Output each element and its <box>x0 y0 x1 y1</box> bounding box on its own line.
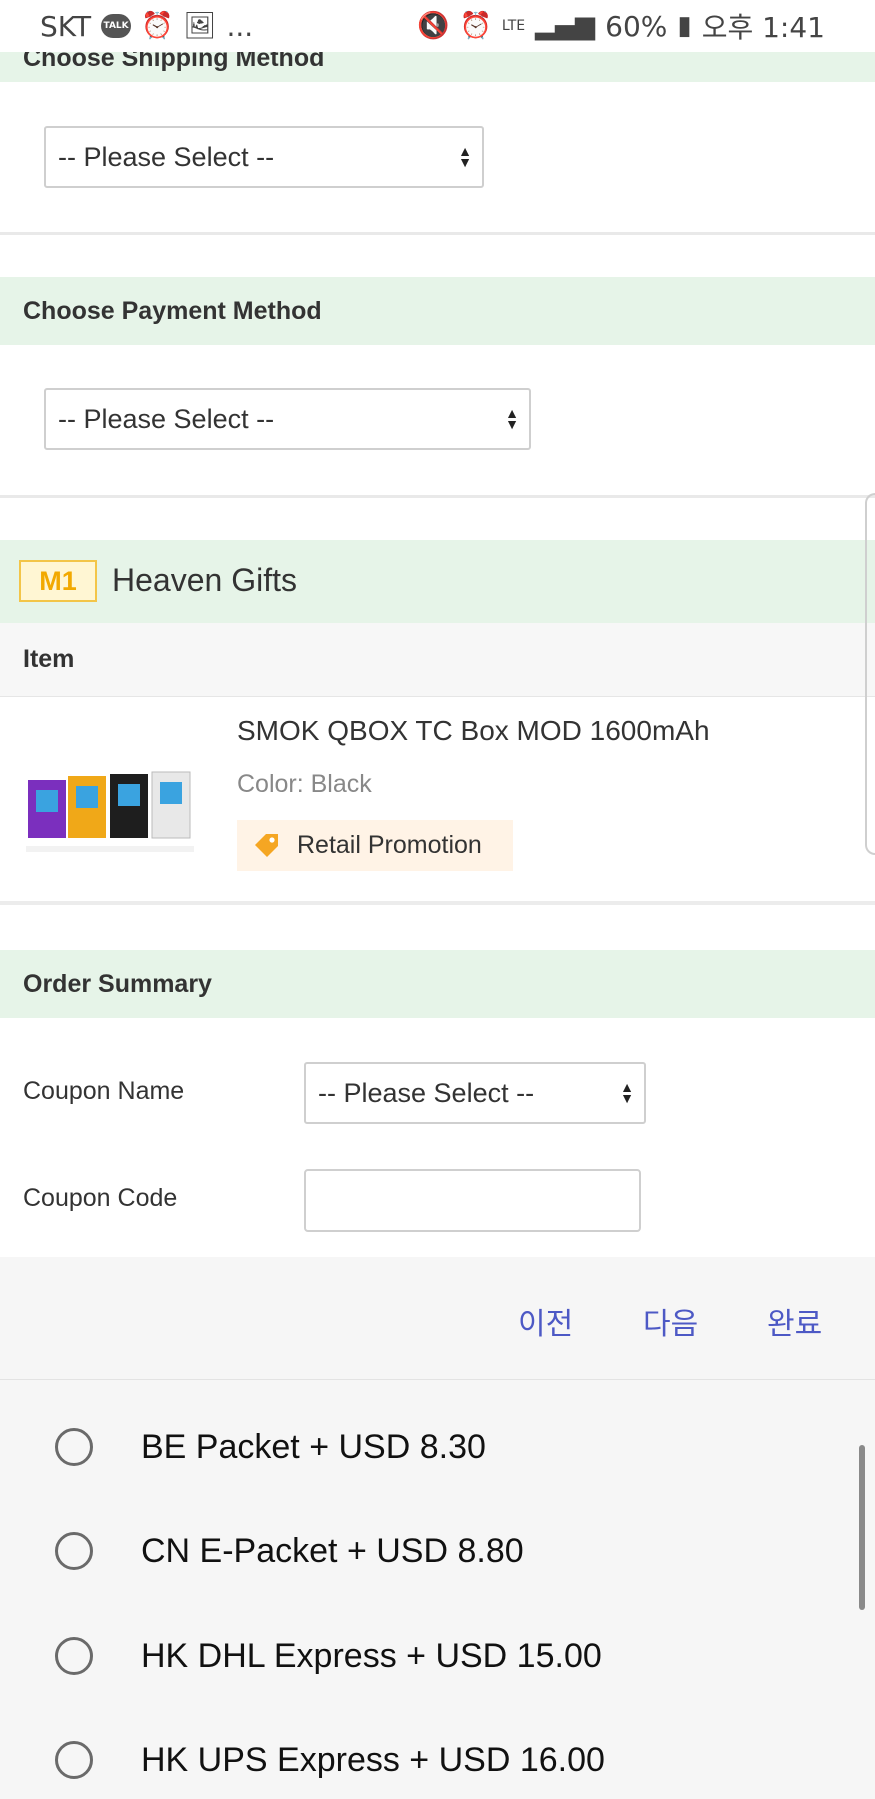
picker-prev-button[interactable]: 이전 <box>518 1299 573 1343</box>
order-summary-label: Order Summary <box>23 969 212 998</box>
alarm-icon: ⏰ <box>141 11 174 41</box>
picker-option[interactable]: HK DHL Express + USD 15.00 <box>55 1626 602 1686</box>
select-arrows-icon: ▲ ▼ <box>458 143 472 170</box>
item-header-label: Item <box>23 645 75 673</box>
coupon-select-value: -- Please Select -- <box>318 1077 535 1108</box>
carrier-label: SKT <box>40 9 92 43</box>
radio-button[interactable] <box>55 1428 93 1466</box>
picker-option-label: HK DHL Express + USD 15.00 <box>141 1636 602 1675</box>
picker-option[interactable]: CN E-Packet + USD 8.80 <box>55 1521 524 1581</box>
shipping-panel: -- Please Select -- ▲ ▼ <box>0 82 875 235</box>
store-name[interactable]: Heaven Gifts <box>112 562 297 599</box>
promotion-label: Retail Promotion <box>297 831 482 859</box>
picker-option-label: CN E-Packet + USD 8.80 <box>141 1531 524 1570</box>
side-panel-handle[interactable] <box>865 493 875 855</box>
status-bar: SKT TALK ⏰ 🖼 ... 🔇 ⏰ LTE ▂▄▆ 60% ▮ 오후 1:… <box>0 0 875 52</box>
battery-icon: ▮ <box>677 11 692 41</box>
coupon-code-label: Coupon Code <box>23 1184 178 1212</box>
item-title[interactable]: SMOK QBOX TC Box MOD 1600mAh <box>237 715 710 747</box>
image-notification-icon: 🖼 <box>183 11 217 41</box>
tag-icon <box>255 833 278 857</box>
select-arrows-icon: ▲ ▼ <box>620 1079 634 1106</box>
store-header: M1 Heaven Gifts <box>0 540 875 623</box>
radio-button[interactable] <box>55 1741 93 1779</box>
item-column-header: Item <box>0 623 875 697</box>
kakaotalk-icon: TALK <box>101 14 132 38</box>
picker-option-label: HK UPS Express + USD 16.00 <box>141 1740 605 1779</box>
coupon-name-select[interactable]: -- Please Select -- ▲ ▼ <box>304 1062 646 1124</box>
item-color: Color: Black <box>237 770 372 798</box>
network-type: LTE <box>501 18 526 34</box>
promotion-badge: Retail Promotion <box>237 820 513 871</box>
payment-select-value: -- Please Select -- <box>58 403 275 434</box>
list-item[interactable]: SMOK QBOX TC Box MOD 1600mAh Color: Blac… <box>0 697 875 905</box>
payment-header-label: Choose Payment Method <box>23 296 322 325</box>
radio-button[interactable] <box>55 1637 93 1675</box>
alarm-status-icon: ⏰ <box>459 11 492 41</box>
coupon-code-input[interactable] <box>304 1169 641 1232</box>
select-arrows-icon: ▲ ▼ <box>505 405 519 432</box>
payment-method-select[interactable]: -- Please Select -- ▲ ▼ <box>44 388 531 450</box>
shipping-select-value: -- Please Select -- <box>58 141 275 172</box>
shipping-option-picker: 이전 다음 완료 BE Packet + USD 8.30 CN E-Packe… <box>0 1257 875 1799</box>
radio-button[interactable] <box>55 1532 93 1570</box>
picker-scrollbar[interactable] <box>859 1445 865 1610</box>
payment-section-header: Choose Payment Method <box>0 277 875 345</box>
clock: 오후 1:41 <box>701 11 825 44</box>
picker-divider <box>0 1379 875 1380</box>
coupon-name-label: Coupon Name <box>23 1077 185 1105</box>
signal-icon: ▂▄▆ <box>535 11 596 41</box>
battery-percent: 60% <box>605 9 668 43</box>
payment-panel: -- Please Select -- ▲ ▼ <box>0 345 875 498</box>
store-badge: M1 <box>19 560 97 602</box>
picker-next-button[interactable]: 다음 <box>643 1299 698 1343</box>
product-thumbnail[interactable] <box>26 762 194 872</box>
shipping-method-select[interactable]: -- Please Select -- ▲ ▼ <box>44 126 484 188</box>
mute-icon: 🔇 <box>417 11 450 41</box>
more-notifications: ... <box>226 9 254 43</box>
picker-done-button[interactable]: 완료 <box>767 1299 822 1343</box>
picker-option[interactable]: BE Packet + USD 8.30 <box>55 1417 486 1477</box>
order-summary-header: Order Summary <box>0 950 875 1018</box>
picker-option-label: BE Packet + USD 8.30 <box>141 1427 486 1466</box>
picker-option[interactable]: HK UPS Express + USD 16.00 <box>55 1730 605 1790</box>
